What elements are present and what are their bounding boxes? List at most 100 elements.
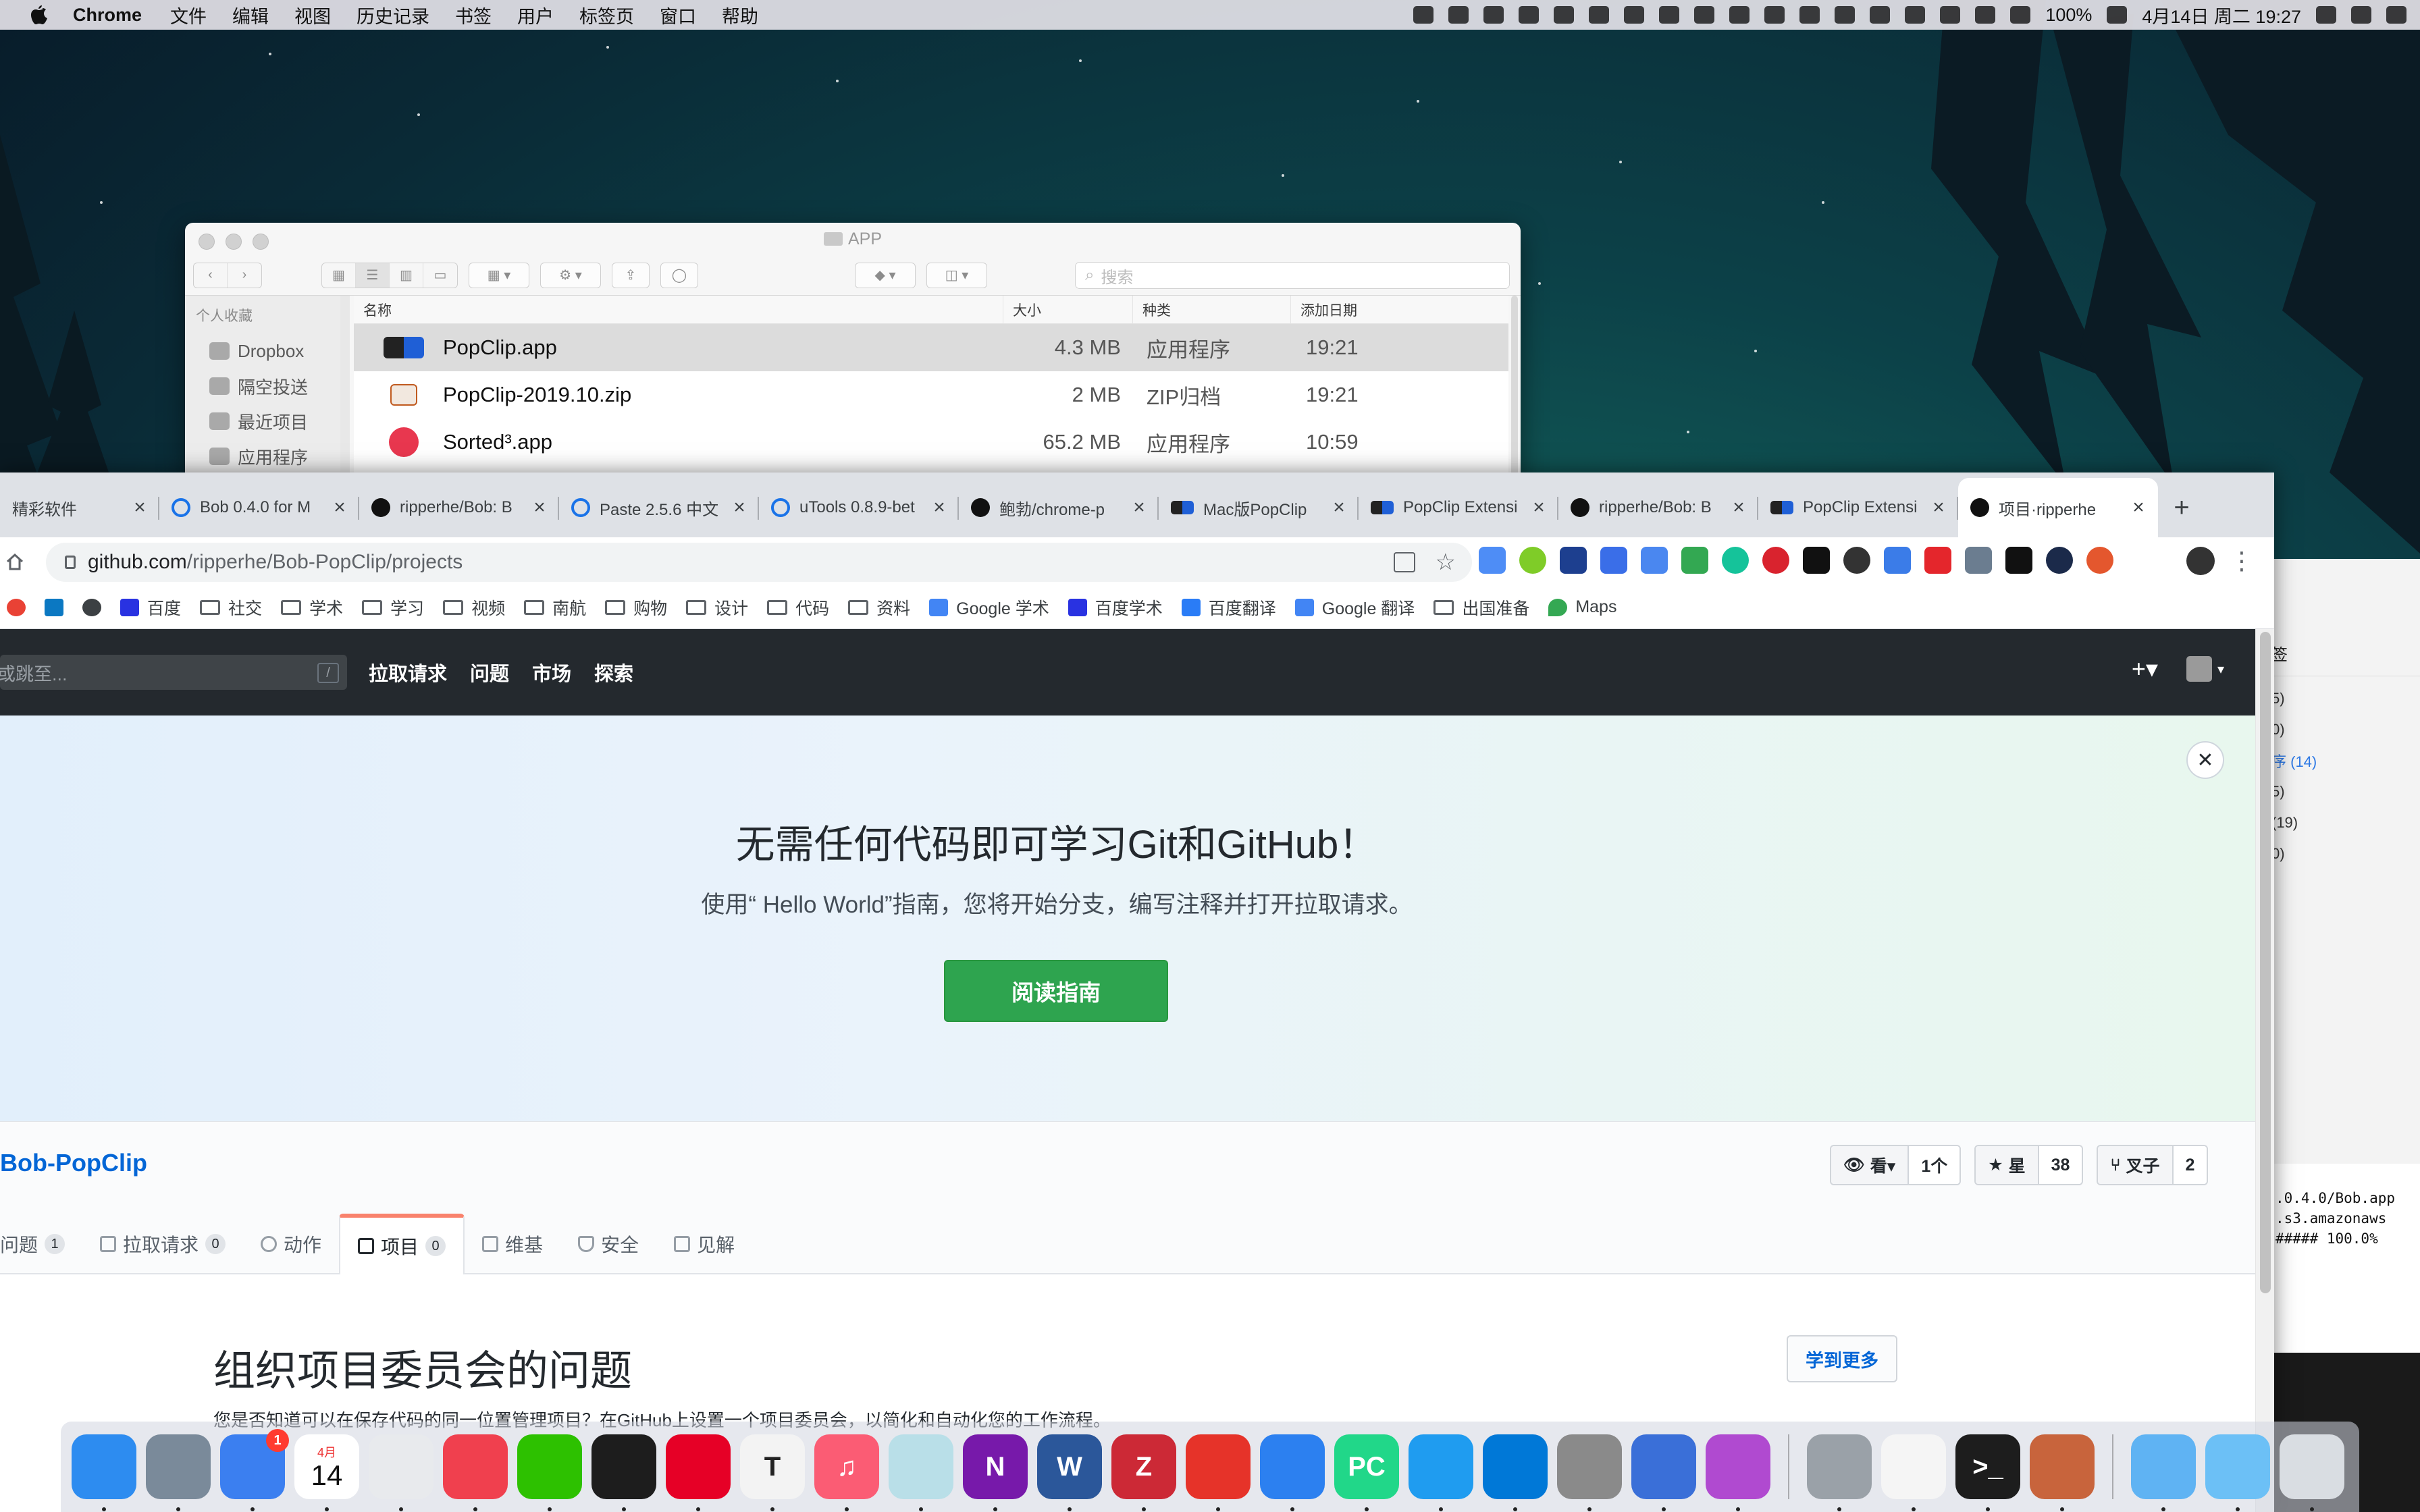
close-tab-icon[interactable]: ×: [2128, 496, 2149, 519]
bookmark-folder[interactable]: 学习: [362, 595, 424, 620]
adblock-plus-icon[interactable]: [1762, 547, 1789, 574]
forward-button[interactable]: ›: [228, 263, 261, 288]
bookmark-folder[interactable]: 社交: [200, 595, 262, 620]
sidebar-item-airdrop[interactable]: 隔空投送: [185, 369, 340, 404]
status-clipboard-icon[interactable]: [1729, 6, 1750, 24]
gallery-view-button[interactable]: ▭: [423, 263, 457, 288]
nav-pull-requests[interactable]: 拉取请求: [369, 658, 447, 686]
profile-avatar[interactable]: [2186, 547, 2215, 575]
textedit-icon[interactable]: [1881, 1434, 1946, 1511]
bookmark-item[interactable]: [82, 598, 101, 616]
dropbox-toolbar-button[interactable]: ◆ ▾: [855, 262, 916, 288]
page-scrollbar[interactable]: [2255, 629, 2274, 1512]
tab-pull-requests[interactable]: 拉取请求 0: [82, 1215, 243, 1273]
music-icon[interactable]: ♫: [814, 1434, 879, 1511]
translate-icon[interactable]: [1394, 552, 1415, 572]
bookmark-item[interactable]: Google 学术: [929, 595, 1049, 620]
flower-icon[interactable]: [1706, 1434, 1770, 1511]
finder-icon[interactable]: [72, 1434, 136, 1511]
adguard-extension-icon[interactable]: [1681, 547, 1708, 574]
keyboard-icon[interactable]: [889, 1434, 953, 1511]
notion-extension-icon[interactable]: [2005, 547, 2032, 574]
tab-security[interactable]: 安全: [560, 1215, 656, 1273]
close-tab-icon[interactable]: ×: [729, 496, 749, 519]
tab-github-bob-2[interactable]: ripperhe/Bob: B ×: [1558, 478, 1758, 537]
bookmark-folder[interactable]: 资料: [848, 595, 910, 620]
group-button[interactable]: ▦ ▾: [469, 262, 529, 288]
dismiss-banner-button[interactable]: ✕: [2186, 741, 2224, 779]
bookmark-folder[interactable]: 学术: [281, 595, 343, 620]
fork-button[interactable]: ⑂ 叉子: [2098, 1146, 2174, 1184]
spark-icon[interactable]: 1: [220, 1429, 289, 1511]
menu-window[interactable]: 窗口: [660, 2, 696, 28]
file-row[interactable]: PopClip.app 4.3 MB 应用程序 19:21: [354, 324, 1508, 371]
tab-actions[interactable]: 动作: [243, 1215, 339, 1273]
nav-marketplace[interactable]: 市场: [532, 658, 571, 686]
status-icloud-icon[interactable]: [1799, 6, 1820, 24]
notification-center-icon[interactable]: [2386, 6, 2406, 24]
tab-github-bob[interactable]: ripperhe/Bob: B ×: [359, 478, 559, 537]
bookmark-folder[interactable]: 出国准备: [1433, 595, 1529, 620]
apple-menu-icon[interactable]: [26, 0, 53, 30]
system-preferences-icon[interactable]: [1557, 1434, 1622, 1511]
tab-insights[interactable]: 见解: [656, 1215, 752, 1273]
bookmark-item[interactable]: [7, 598, 26, 616]
learn-more-button[interactable]: 学到更多: [1787, 1335, 1897, 1382]
new-folder-button[interactable]: ◫ ▾: [926, 262, 987, 288]
word-icon[interactable]: W: [1037, 1434, 1102, 1511]
bookmark-star-icon[interactable]: ☆: [1436, 549, 1456, 576]
tab-wiki[interactable]: 维基: [465, 1215, 560, 1273]
status-pin-icon[interactable]: [1413, 6, 1434, 24]
bookmark-folder[interactable]: 代码: [767, 595, 829, 620]
bookmark-item[interactable]: Maps: [1548, 597, 1616, 617]
vscode-icon[interactable]: [1409, 1434, 1473, 1511]
folder-icon[interactable]: [2205, 1434, 2270, 1511]
close-tab-icon[interactable]: ×: [330, 496, 350, 519]
column-date-added[interactable]: 添加日期: [1291, 296, 1508, 323]
tampermonkey-icon[interactable]: [1803, 547, 1830, 574]
trash-icon[interactable]: [2280, 1434, 2344, 1511]
finder-search-field[interactable]: ⌕ 搜索: [1075, 262, 1510, 289]
status-display-icon[interactable]: [1905, 6, 1926, 24]
status-toggle-icon[interactable]: [1870, 6, 1891, 24]
multicolor-extension-icon[interactable]: [2086, 547, 2113, 574]
tab-popclip-mac[interactable]: Mac版PopClip ×: [1159, 478, 1359, 537]
zotero-icon[interactable]: Z: [1111, 1434, 1176, 1511]
windows-icon[interactable]: [1483, 1434, 1548, 1511]
status-face-icon[interactable]: [1694, 6, 1715, 24]
maps-pin-icon[interactable]: [1260, 1434, 1325, 1511]
tab-paste[interactable]: Paste 2.5.6 中文 ×: [559, 478, 759, 537]
back-button[interactable]: ‹: [194, 263, 228, 288]
close-tab-icon[interactable]: ×: [1928, 496, 1949, 519]
sidebar-scrollbar[interactable]: [340, 296, 350, 479]
address-bar[interactable]: github.com/ripperhe/Bob-PopClip/projects…: [46, 543, 1472, 582]
y-extension-icon[interactable]: [1560, 547, 1587, 574]
bookmark-item[interactable]: 百度翻译: [1181, 595, 1276, 620]
github-extension-icon[interactable]: [1843, 547, 1870, 574]
bookmark-item[interactable]: 百度: [120, 595, 181, 620]
off-extension-icon[interactable]: [1884, 547, 1911, 574]
bookmark-item[interactable]: [45, 598, 63, 616]
status-cloud-icon[interactable]: [1589, 6, 1610, 24]
menubar-clock[interactable]: 4月14日 周二 19:27: [2142, 2, 2301, 28]
battery-percentage[interactable]: 100%: [2045, 5, 2092, 26]
pycharm-icon[interactable]: PC: [1334, 1434, 1399, 1511]
new-tab-button[interactable]: +: [2158, 478, 2205, 537]
typora-icon[interactable]: T: [740, 1434, 805, 1511]
tab-projects-active[interactable]: 项目·ripperhe ×: [1958, 478, 2158, 537]
status-wechat-icon[interactable]: [1519, 6, 1540, 24]
sidebar-item-recents[interactable]: 最近项目: [185, 404, 340, 439]
tab-projects[interactable]: 项目 0: [339, 1214, 465, 1274]
column-kind[interactable]: 种类: [1133, 296, 1291, 323]
status-sync-icon[interactable]: [1483, 6, 1504, 24]
github-search-input[interactable]: 或跳至... /: [0, 655, 347, 690]
qq-icon[interactable]: [591, 1434, 656, 1511]
netease-music-icon[interactable]: [666, 1434, 731, 1511]
close-window-button[interactable]: [199, 234, 215, 250]
chrome-menu-icon[interactable]: ⋮: [2230, 547, 2254, 575]
action-gear-button[interactable]: ⚙ ▾: [540, 262, 601, 288]
close-tab-icon[interactable]: ×: [529, 496, 550, 519]
status-battery-app-icon[interactable]: [1624, 6, 1645, 24]
installer-icon[interactable]: [1807, 1434, 1872, 1511]
tab-bob-release[interactable]: Bob 0.4.0 for M ×: [159, 478, 359, 537]
